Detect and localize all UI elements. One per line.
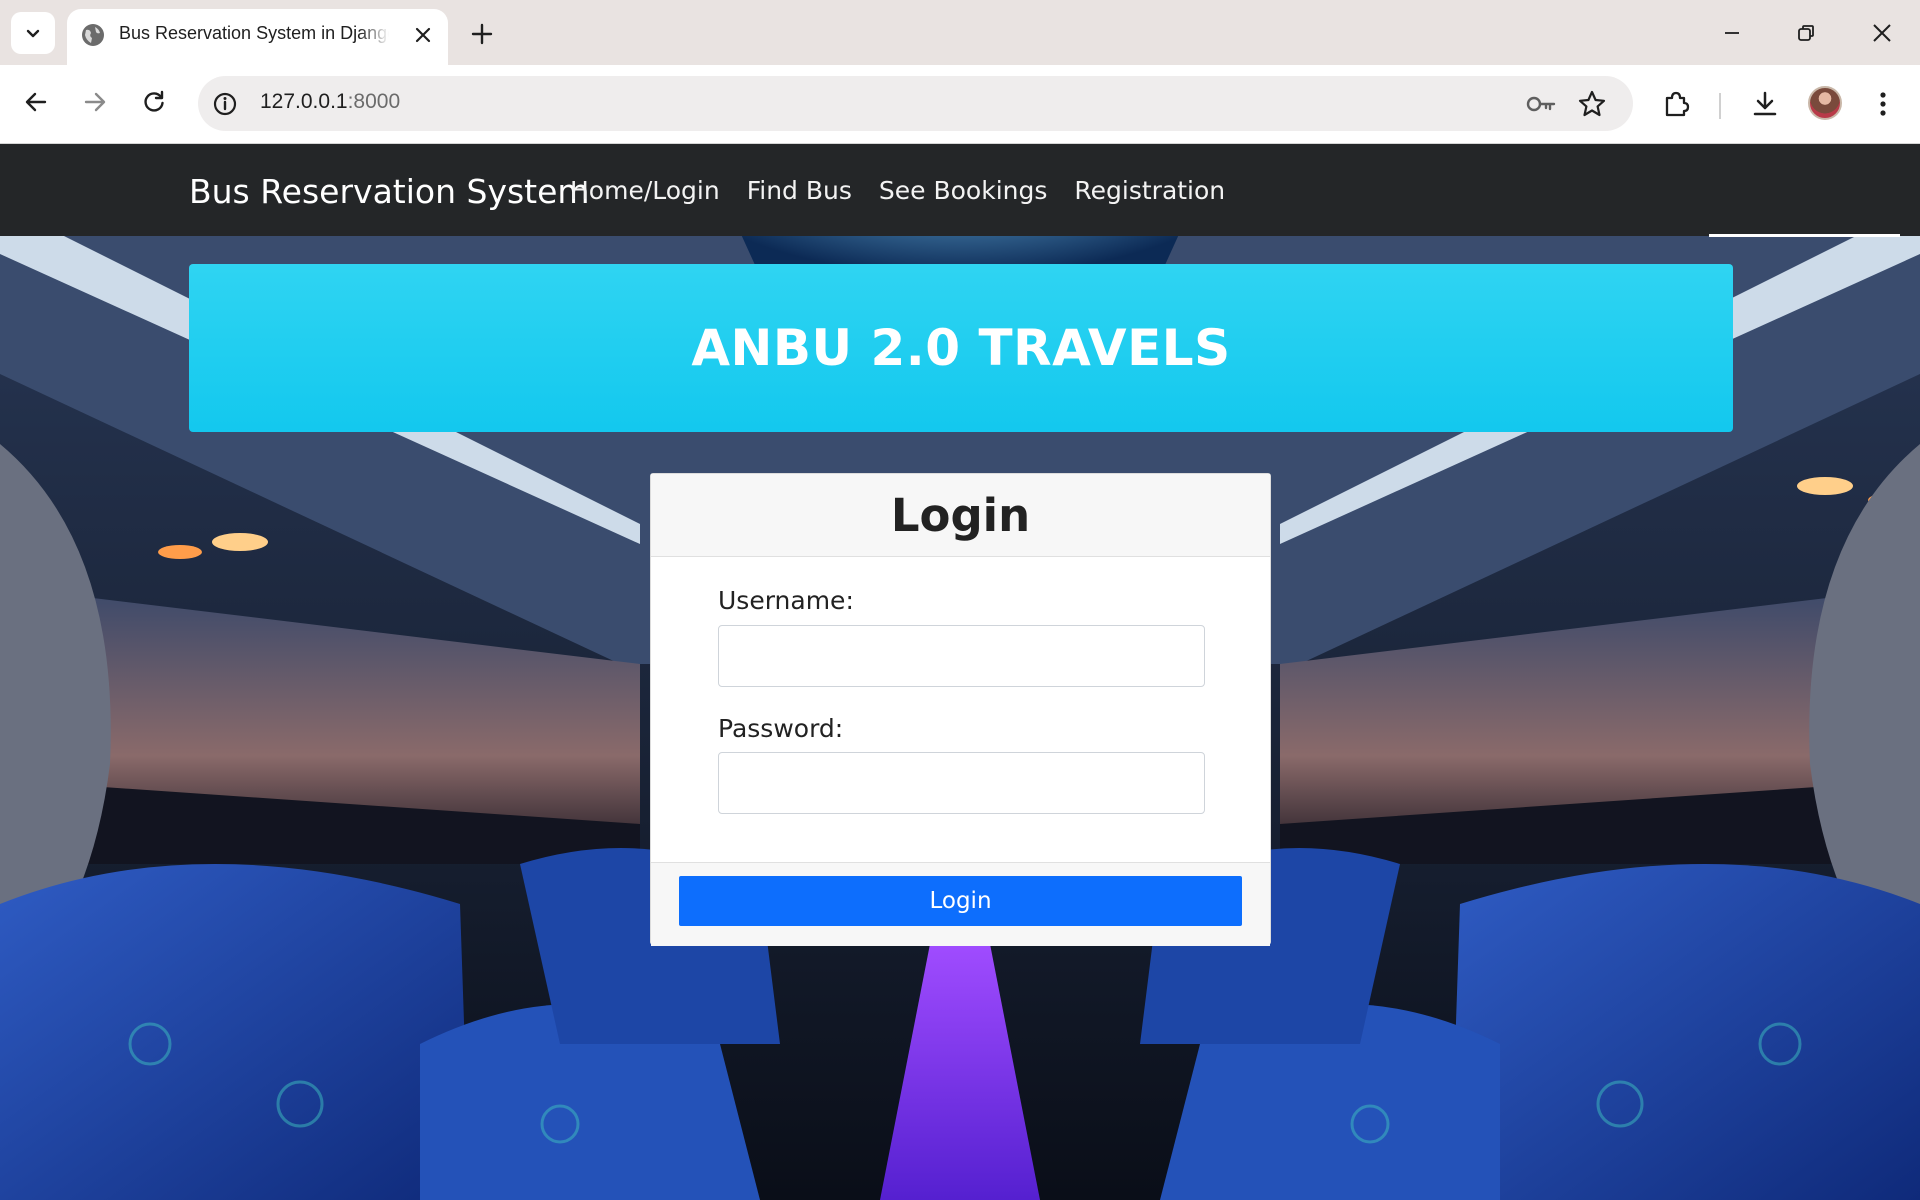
password-label: Password: — [718, 714, 844, 743]
extensions-button[interactable] — [1659, 87, 1693, 121]
downloads-button[interactable] — [1748, 87, 1782, 121]
close-icon — [1873, 24, 1891, 42]
url-port: :8000 — [347, 90, 401, 113]
site-navbar: Bus Reservation System Home/Login Find B… — [0, 144, 1920, 236]
restore-window-button[interactable] — [1789, 18, 1823, 48]
arrow-left-icon — [25, 92, 47, 112]
browser-tab-active[interactable]: Bus Reservation System in Django — [67, 9, 448, 65]
minimize-icon — [1725, 32, 1739, 34]
forward-button[interactable] — [79, 86, 111, 118]
banner-title: ANBU 2.0 TRAVELS — [691, 319, 1231, 377]
star-icon[interactable] — [1577, 89, 1607, 119]
site-info-icon[interactable] — [212, 91, 238, 117]
url-host: 127.0.0.1 — [260, 90, 348, 113]
navbar-links: Home/Login Find Bus See Bookings Registr… — [570, 176, 1252, 205]
minimize-window-button[interactable] — [1715, 18, 1749, 48]
toolbar-divider — [1719, 93, 1721, 119]
puzzle-icon — [1665, 91, 1690, 117]
address-bar[interactable]: 127.0.0.1:8000 — [198, 76, 1633, 131]
login-title: Login — [890, 488, 1031, 542]
nav-link-registration[interactable]: Registration — [1074, 176, 1225, 205]
nav-link-home-login[interactable]: Home/Login — [570, 176, 720, 205]
close-tab-icon[interactable] — [412, 24, 434, 46]
browser-menu-button[interactable] — [1866, 87, 1900, 121]
browser-toolbar: 127.0.0.1:8000 — [0, 65, 1920, 144]
tab-title: Bus Reservation System in Django — [119, 23, 389, 44]
url-text[interactable]: 127.0.0.1:8000 — [260, 90, 400, 114]
restore-icon — [1798, 25, 1814, 41]
arrow-right-icon — [84, 92, 106, 112]
username-label: Username: — [718, 586, 854, 615]
reload-icon — [144, 90, 164, 112]
username-input[interactable] — [718, 625, 1205, 687]
login-card: Login Username: Password: Login — [650, 473, 1271, 946]
profile-avatar[interactable] — [1808, 86, 1842, 120]
reload-button[interactable] — [138, 86, 170, 118]
globe-icon — [82, 24, 104, 46]
travels-banner: ANBU 2.0 TRAVELS — [189, 264, 1733, 432]
navbar-accent-line — [1709, 234, 1900, 237]
nav-link-see-bookings[interactable]: See Bookings — [879, 176, 1047, 205]
download-icon — [1753, 91, 1777, 116]
password-input[interactable] — [718, 752, 1205, 814]
web-page: Bus Reservation System Home/Login Find B… — [0, 144, 1920, 1200]
new-tab-icon[interactable] — [468, 20, 496, 48]
key-icon[interactable] — [1525, 90, 1557, 118]
navbar-brand[interactable]: Bus Reservation System — [189, 172, 590, 211]
browser-tab-strip: Bus Reservation System in Django — [0, 0, 1920, 65]
back-button[interactable] — [20, 86, 52, 118]
close-window-button[interactable] — [1865, 18, 1899, 48]
login-card-footer: Login — [651, 862, 1270, 946]
more-vertical-icon — [1880, 92, 1886, 116]
tab-search-button[interactable] — [11, 12, 55, 54]
login-card-header: Login — [651, 474, 1270, 557]
login-button[interactable]: Login — [679, 876, 1242, 926]
nav-link-find-bus[interactable]: Find Bus — [747, 176, 852, 205]
chevron-down-icon — [26, 29, 40, 38]
